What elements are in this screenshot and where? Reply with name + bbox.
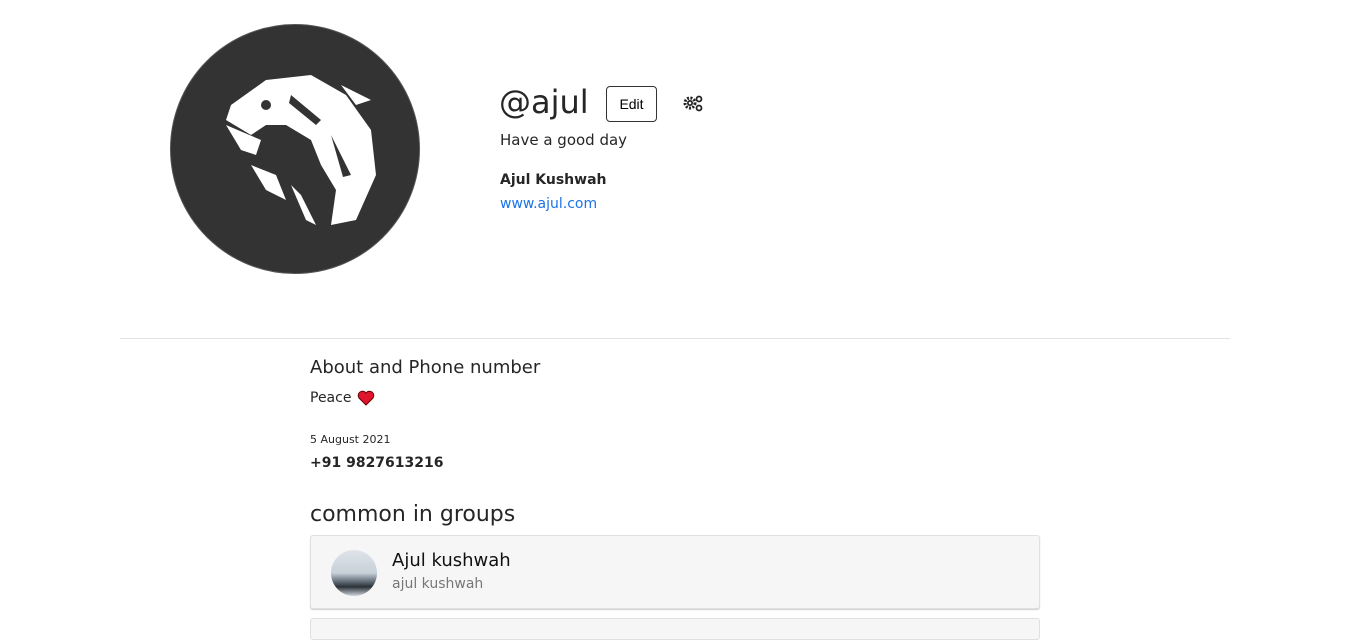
edit-profile-button[interactable]: Edit [606,86,657,122]
group-name: Ajul kushwah [392,550,511,571]
profile-avatar[interactable] [170,24,420,274]
profile-full-name: Ajul Kushwah [500,172,607,188]
group-avatar [331,550,377,596]
about-text: Peace [310,390,375,406]
profile-bio: Have a good day [500,131,628,149]
about-section-title: About and Phone number [310,357,541,378]
gears-icon[interactable] [682,94,704,114]
heart-icon [358,390,375,406]
about-date: 5 August 2021 [310,433,391,446]
group-list-item[interactable] [310,618,1040,640]
common-groups-title: common in groups [310,502,516,527]
group-subtitle: ajul kushwah [392,576,484,592]
group-list-item[interactable]: Ajul kushwah ajul kushwah [310,535,1040,609]
phone-number: +91 9827613216 [310,455,444,471]
username-handle: @ajul [499,83,589,121]
divider [120,338,1230,339]
lion-logo-icon [226,75,376,225]
about-status: Peace [310,390,352,406]
profile-website-link[interactable]: www.ajul.com [500,196,597,212]
